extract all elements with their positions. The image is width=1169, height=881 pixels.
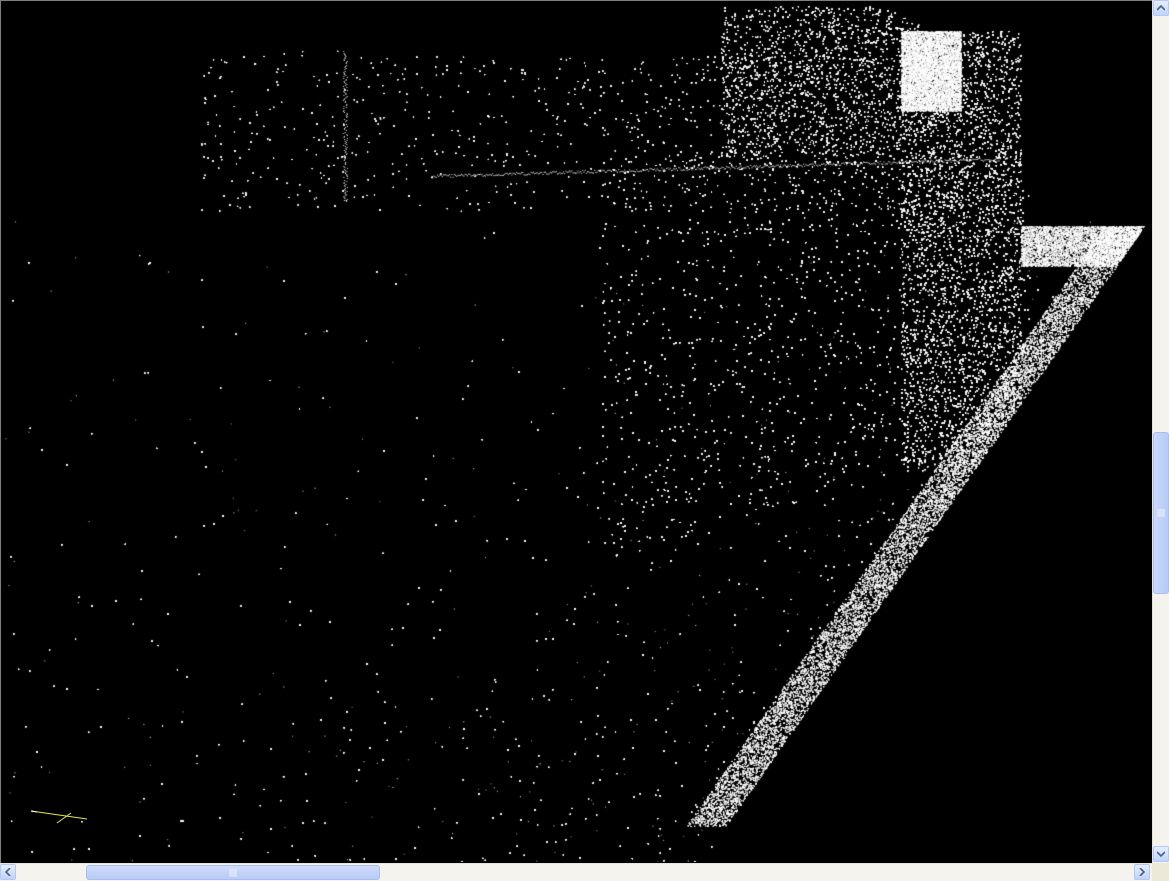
horizontal-scrollbar[interactable] bbox=[0, 863, 1152, 881]
scroll-right-button[interactable] bbox=[1134, 864, 1150, 880]
vertical-scrollbar[interactable] bbox=[1152, 0, 1169, 863]
axis-gizmo-icon bbox=[30, 810, 88, 824]
chevron-down-icon bbox=[1157, 851, 1165, 857]
vertical-scroll-thumb[interactable] bbox=[1153, 432, 1169, 594]
scrollbar-corner bbox=[1152, 863, 1169, 881]
point-cloud-viewport[interactable] bbox=[0, 0, 1152, 863]
viewer-window bbox=[0, 0, 1169, 881]
scroll-left-button[interactable] bbox=[0, 864, 16, 880]
chevron-up-icon bbox=[1157, 5, 1165, 11]
scroll-up-button[interactable] bbox=[1153, 0, 1169, 16]
scroll-down-button[interactable] bbox=[1153, 846, 1169, 862]
chevron-left-icon bbox=[5, 868, 11, 876]
grip-icon bbox=[1157, 509, 1165, 517]
horizontal-scroll-thumb[interactable] bbox=[86, 865, 380, 880]
chevron-right-icon bbox=[1139, 868, 1145, 876]
grip-icon bbox=[229, 868, 237, 877]
point-cloud-render[interactable] bbox=[1, 1, 1151, 862]
